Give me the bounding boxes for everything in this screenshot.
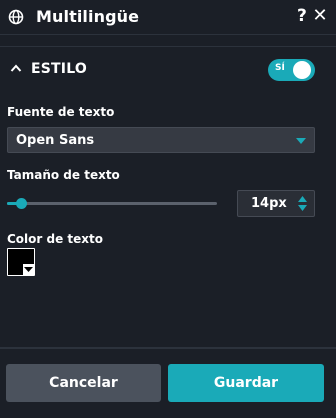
color-caret[interactable] [23,264,34,275]
color-swatch[interactable] [7,248,35,276]
size-label: Tamaño de texto [7,168,120,182]
stepper-up-icon[interactable] [298,196,307,202]
color-caret-icon [24,267,33,272]
caret-down-icon [296,138,306,144]
globe-icon [8,9,24,25]
chevron-up-icon [10,64,22,72]
size-stepper[interactable]: 14px [237,190,315,217]
save-button[interactable]: Guardar [168,364,324,402]
close-button[interactable]: ✕ [311,6,329,26]
panel-header: Multilingüe ? ✕ [0,0,336,35]
font-select[interactable]: Open Sans [7,127,315,153]
style-toggle[interactable]: SÍ [268,59,315,81]
slider-thumb[interactable] [15,198,27,209]
cancel-button[interactable]: Cancelar [6,364,161,402]
size-value: 14px [251,196,287,211]
stepper-down-icon[interactable] [298,205,307,211]
section-header-estilo[interactable]: ESTILO SÍ [0,47,336,93]
color-label: Color de texto [7,232,104,246]
panel-title: Multilingüe [36,7,140,26]
section-title: ESTILO [31,61,87,77]
panel-footer: Cancelar Guardar [0,349,336,418]
size-slider[interactable] [7,198,217,209]
font-label: Fuente de texto [7,105,115,119]
help-button[interactable]: ? [297,6,307,26]
toggle-label: SÍ [275,63,285,73]
toggle-knob [293,61,311,79]
font-select-value: Open Sans [16,133,95,148]
